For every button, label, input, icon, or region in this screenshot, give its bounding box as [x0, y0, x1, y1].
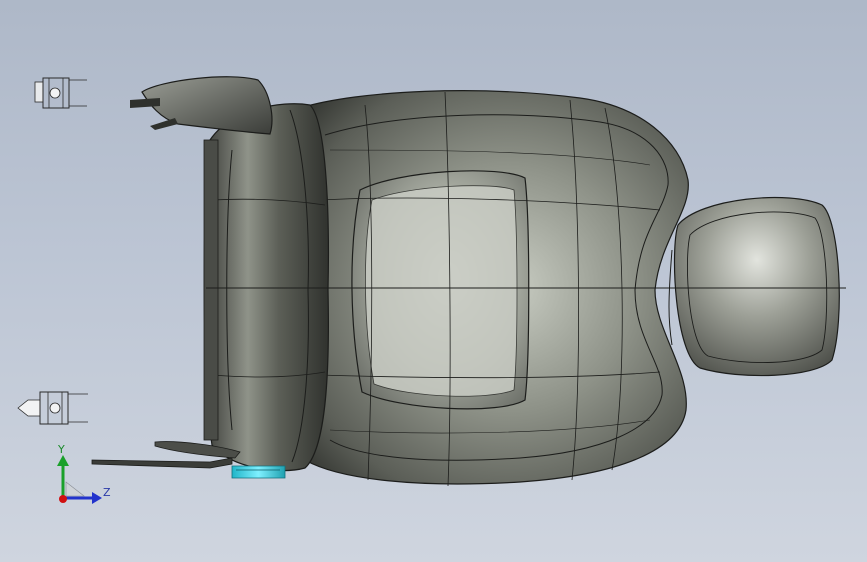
seat-model[interactable]	[0, 0, 867, 562]
triad-z-label: Z	[103, 486, 111, 499]
mechanism-bottom	[17, 391, 88, 425]
backrest	[203, 103, 330, 472]
headrest	[668, 196, 840, 377]
mechanism-top	[34, 77, 87, 109]
triad-origin	[59, 495, 67, 503]
side-shield	[130, 76, 273, 135]
cad-viewport[interactable]: Y Z	[0, 0, 867, 562]
selected-part-highlight	[231, 465, 286, 479]
triad-y-label: Y	[58, 443, 65, 456]
